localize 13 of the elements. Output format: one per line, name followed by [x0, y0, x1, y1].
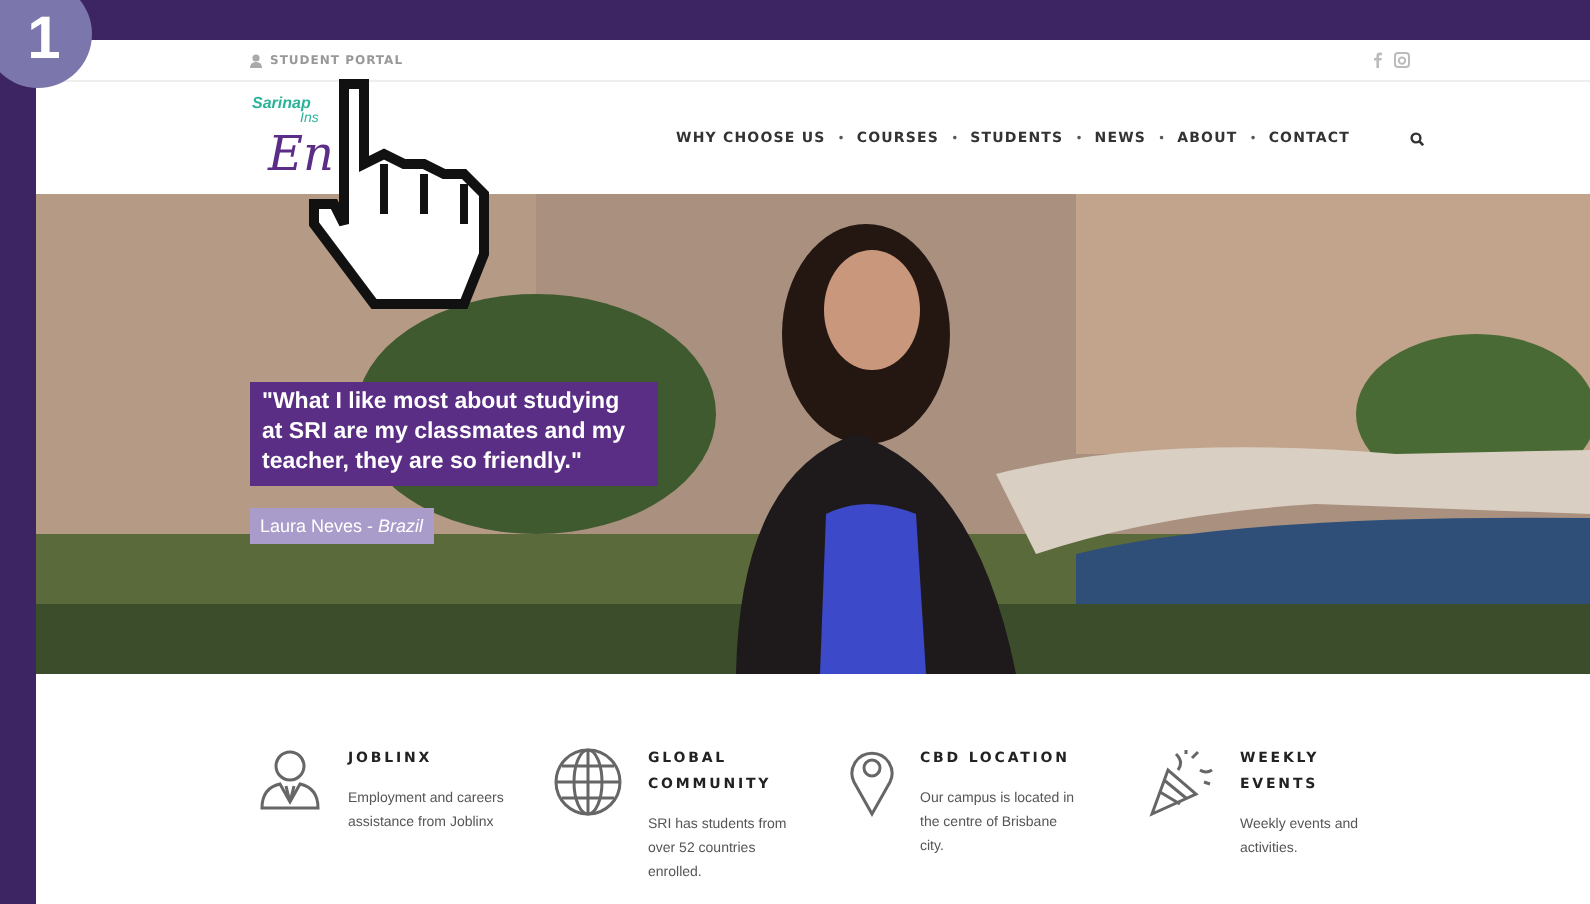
party-popper-icon: [1144, 746, 1216, 818]
step-badge: 1: [0, 0, 92, 88]
logo-text: En: [265, 126, 336, 182]
facebook-icon[interactable]: [1374, 52, 1382, 68]
user-icon: [250, 53, 262, 67]
map-pin-icon: [848, 746, 896, 818]
instagram-icon[interactable]: [1394, 52, 1410, 68]
logo-text: Sarinap: [252, 94, 313, 112]
businessman-icon: [256, 746, 324, 814]
testimonial-author: Laura Neves - Brazil: [250, 508, 434, 544]
testimonial-quote: "What I like most about studying at SRI are my classmates and my teacher, they are so friendly.": [250, 382, 658, 486]
globe-icon: [552, 746, 624, 818]
search-icon[interactable]: [1410, 131, 1425, 145]
